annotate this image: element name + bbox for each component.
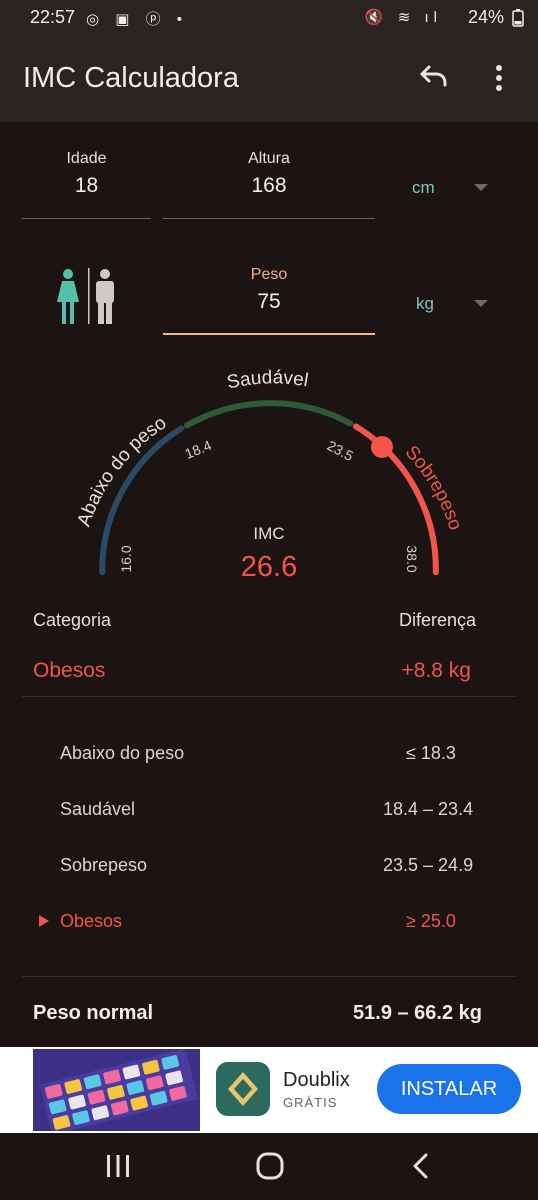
weight-unit-select[interactable]: kg	[416, 294, 434, 314]
result-category: Obesos	[33, 659, 106, 682]
status-bar: 22:57 ◎ ▣ ⓟ • 🔇 ≋ ıl 24%	[0, 0, 538, 34]
gender-toggle[interactable]	[54, 268, 124, 326]
row-range: 23.5 – 24.9	[383, 855, 474, 875]
gauge-label-underweight: Abaixo do peso	[74, 412, 171, 529]
back-icon[interactable]	[410, 1153, 432, 1179]
gauge-label-healthy: Saudável	[225, 367, 310, 393]
gauge-label-overweight: Sobrepeso	[401, 442, 466, 533]
gauge-tick-38: 38.0	[404, 545, 420, 572]
height-value: 168	[251, 174, 287, 197]
install-button[interactable]: INSTALAR	[377, 1064, 521, 1114]
row-name: Sobrepeso	[60, 855, 148, 875]
normal-weight-label: Peso normal	[33, 1002, 154, 1024]
ad-app-icon[interactable]	[216, 1062, 270, 1116]
battery-percent: 24%	[467, 7, 504, 27]
divider	[22, 976, 516, 977]
battery-icon	[512, 9, 524, 27]
row-range: ≤ 18.3	[406, 743, 456, 763]
ad-banner[interactable]: Doublix GRÁTIS INSTALAR	[0, 1047, 538, 1133]
age-label: Idade	[66, 150, 107, 167]
female-icon[interactable]	[57, 269, 79, 324]
weight-field[interactable]: Peso 75	[163, 266, 375, 335]
row-name: Abaixo do peso	[60, 743, 185, 763]
gauge-pointer	[371, 436, 393, 458]
chevron-down-icon[interactable]	[474, 184, 488, 191]
result-difference: +8.8 kg	[401, 659, 471, 682]
system-nav-bar	[0, 1133, 538, 1200]
row-name: Obesos	[60, 911, 123, 931]
height-underline	[163, 218, 375, 219]
row-name: Saudável	[60, 799, 136, 819]
gauge-tick-18: 18.4	[182, 437, 213, 462]
gauge-tick-23: 23.5	[325, 437, 357, 464]
age-value: 18	[74, 174, 99, 197]
bmi-value: 26.6	[241, 551, 297, 583]
row-range: 18.4 – 23.4	[383, 799, 474, 819]
height-unit-select[interactable]: cm	[412, 178, 435, 198]
weight-label: Peso	[250, 266, 288, 283]
bmi-gauge: Abaixo do peso Saudável Sobrepeso 16.0 1…	[74, 367, 466, 583]
ad-price: GRÁTIS	[283, 1095, 338, 1110]
height-label: Altura	[248, 150, 290, 167]
difference-header: Diferença	[398, 610, 476, 630]
male-icon[interactable]	[96, 269, 114, 324]
gauge-segment-overweight	[353, 423, 439, 576]
notification-icons: ◎ ▣ ⓟ •	[86, 11, 189, 28]
triangle-right-icon	[39, 915, 49, 927]
age-field[interactable]: Idade 18	[22, 150, 151, 219]
ad-app-name: Doublix	[283, 1069, 350, 1091]
row-range: ≥ 25.0	[406, 911, 456, 931]
bmi-label: IMC	[253, 524, 284, 543]
gauge-tick-16: 16.0	[118, 545, 134, 572]
status-time: 22:57	[30, 7, 76, 27]
normal-weight-value: 51.9 – 66.2 kg	[353, 1002, 482, 1024]
weight-value: 75	[257, 290, 281, 313]
chevron-down-icon[interactable]	[474, 300, 488, 307]
age-underline	[22, 218, 151, 219]
category-header: Categoria	[33, 610, 112, 630]
page-title: IMC Calculadora	[23, 62, 239, 94]
app-bar: IMC Calculadora	[0, 34, 538, 122]
recents-icon[interactable]	[104, 1153, 132, 1179]
more-vert-icon[interactable]	[484, 58, 514, 98]
divider	[22, 696, 516, 697]
status-icons: 🔇 ≋ ıl	[364, 9, 442, 26]
height-field[interactable]: Altura 168	[163, 150, 375, 219]
ad-image[interactable]	[33, 1049, 200, 1131]
undo-icon[interactable]	[412, 58, 452, 98]
home-icon[interactable]	[255, 1152, 285, 1180]
weight-underline	[163, 333, 375, 335]
gauge-segment-healthy	[184, 400, 354, 429]
